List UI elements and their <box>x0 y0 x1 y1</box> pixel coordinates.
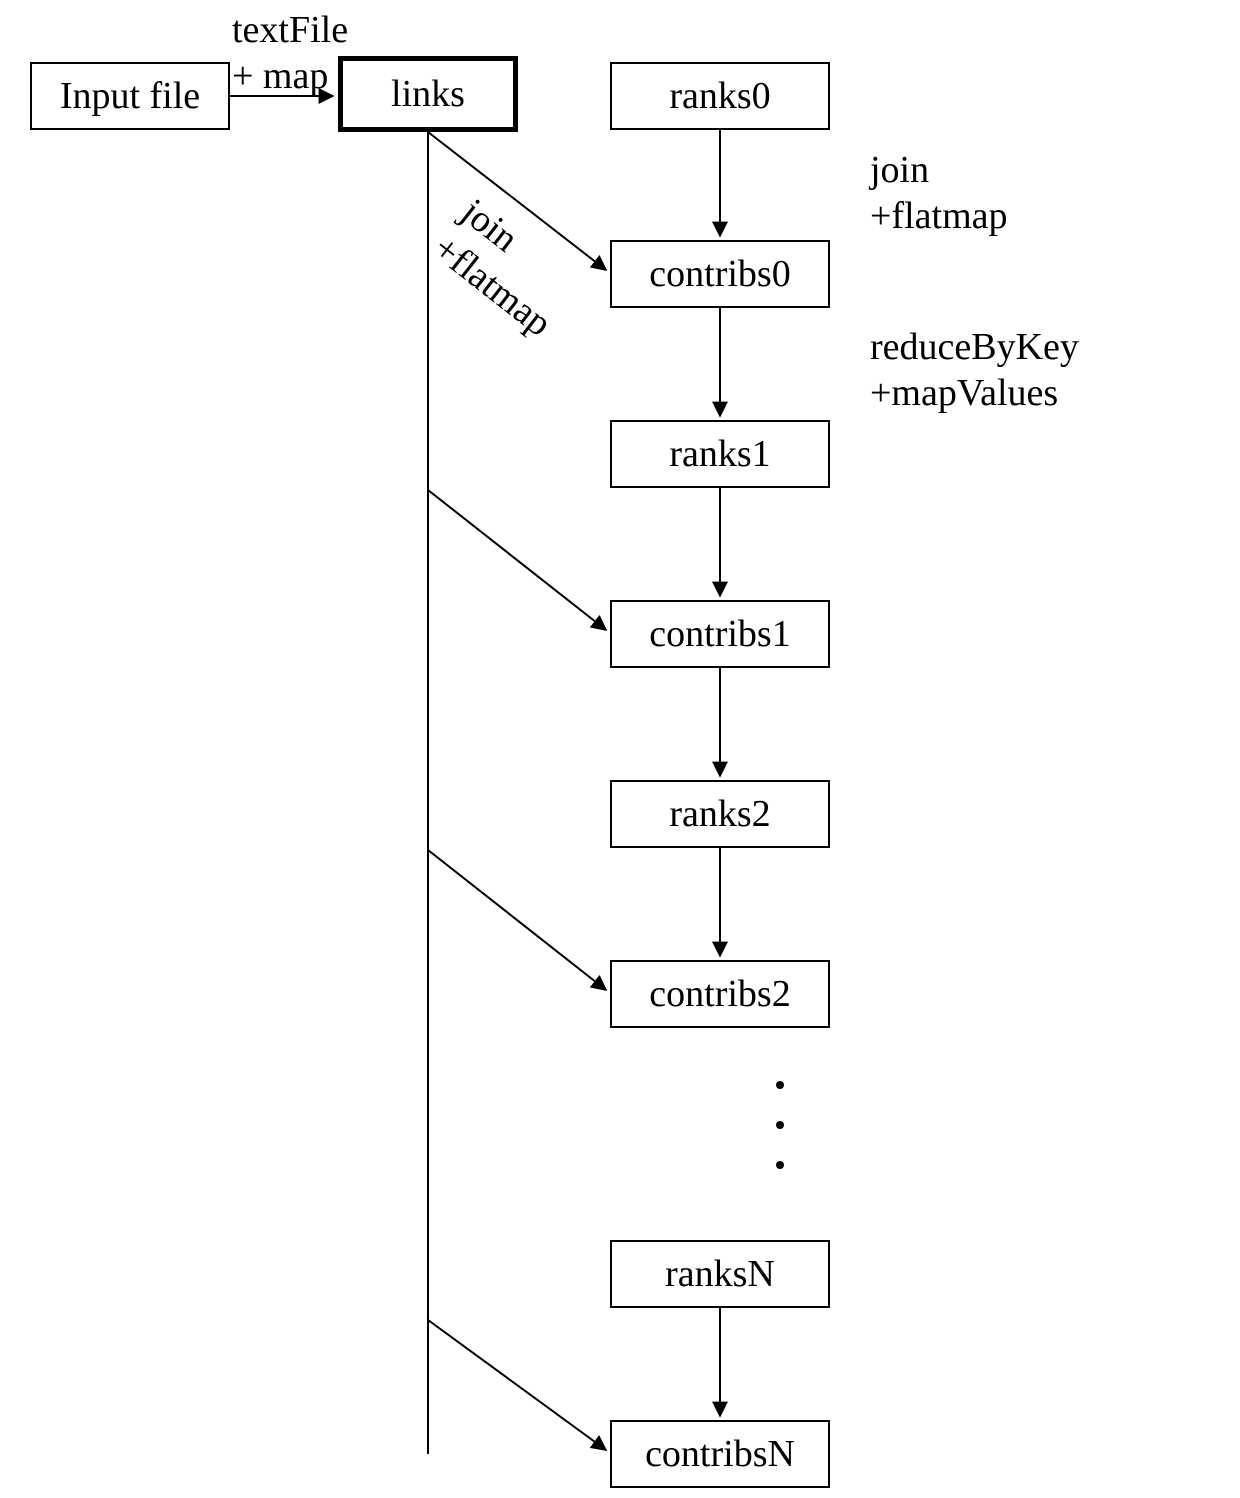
node-ranksN: ranksN <box>610 1240 830 1308</box>
edge-label-line: +mapValues <box>870 372 1058 414</box>
node-contribs2: contribs2 <box>610 960 830 1028</box>
node-ranks2: ranks2 <box>610 780 830 848</box>
node-ranks1: ranks1 <box>610 420 830 488</box>
node-ranks0: ranks0 <box>610 62 830 130</box>
node-label: contribsN <box>645 1432 795 1476</box>
node-label: contribs2 <box>649 972 790 1016</box>
node-label: links <box>391 72 465 116</box>
node-label: ranks2 <box>669 792 770 836</box>
node-label: contribs0 <box>649 252 790 296</box>
edge-label-line: textFile <box>232 9 348 51</box>
edge-label-line: join <box>870 149 929 191</box>
node-label: Input file <box>60 74 200 118</box>
edge-label-line: + map <box>232 55 328 97</box>
edge-label-line: reduceByKey <box>870 326 1079 368</box>
edge-label-join-flatmap-right: join +flatmap <box>870 148 1008 239</box>
node-label: ranksN <box>665 1252 775 1296</box>
node-contribsN: contribsN <box>610 1420 830 1488</box>
node-label: contribs1 <box>649 612 790 656</box>
node-contribs1: contribs1 <box>610 600 830 668</box>
node-contribs0: contribs0 <box>610 240 830 308</box>
edge-label-textfile-map: textFile + map <box>232 8 348 99</box>
node-input-file: Input file <box>30 62 230 130</box>
edge-label-line: +flatmap <box>870 195 1008 237</box>
edge-label-join-flatmap-diag: join +flatmap <box>424 190 588 347</box>
edge-label-reduce-mapvalues: reduceByKey +mapValues <box>870 325 1079 416</box>
node-links: links <box>338 56 518 132</box>
node-label: ranks0 <box>669 74 770 118</box>
node-label: ranks1 <box>669 432 770 476</box>
